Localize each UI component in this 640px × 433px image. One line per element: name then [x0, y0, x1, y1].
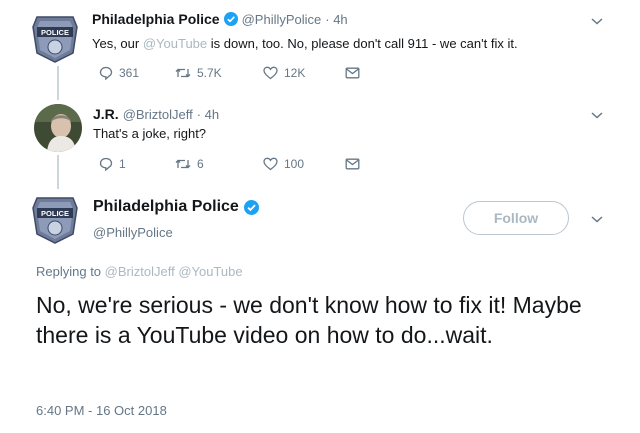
- dm-icon: [345, 67, 360, 79]
- tweet1-author-handle[interactable]: @PhillyPolice: [242, 12, 322, 27]
- reply-button[interactable]: 1: [99, 157, 126, 171]
- dm-button[interactable]: [345, 157, 360, 171]
- chevron-down-icon[interactable]: [590, 110, 604, 120]
- tweet1-text: Yes, our @YouTube is down, too. No, plea…: [92, 36, 518, 51]
- tweet1-mention[interactable]: @YouTube: [143, 36, 207, 51]
- badge-lettering: POLICE: [41, 28, 69, 37]
- like-count: 100: [284, 157, 305, 171]
- retweet-button[interactable]: 6: [175, 157, 204, 171]
- dm-button[interactable]: [345, 66, 360, 80]
- dm-icon: [345, 158, 360, 170]
- tweet3-author-name[interactable]: Philadelphia Police: [93, 198, 239, 216]
- retweet-count: 6: [197, 157, 204, 171]
- replying-to-mentions[interactable]: @BriztolJeff @YouTube: [105, 264, 243, 279]
- tweet1-time[interactable]: · 4h: [325, 12, 347, 27]
- tweet3-timestamp[interactable]: 6:40 PM - 16 Oct 2018: [36, 403, 167, 418]
- replying-to-prefix: Replying to: [36, 264, 102, 279]
- reply-count: 1: [119, 157, 126, 171]
- jr-avatar[interactable]: [34, 104, 82, 152]
- tweet1-header: Philadelphia Police @PhillyPolice · 4h: [92, 11, 348, 27]
- tweet1-text-after: is down, too. No, please don't call 911 …: [210, 36, 518, 51]
- tweet2-author-handle[interactable]: @BriztolJeff: [123, 107, 193, 122]
- tweet1-actions: 361 5.7K 12K: [99, 66, 379, 82]
- retweet-count: 5.7K: [197, 66, 222, 80]
- like-button[interactable]: 12K: [263, 66, 305, 80]
- reply-icon: [99, 66, 113, 80]
- tweet2-actions: 1 6 100: [99, 157, 379, 173]
- tweet2-text: That's a joke, right?: [93, 126, 207, 141]
- user-photo-icon: [34, 104, 82, 152]
- chevron-down-icon[interactable]: [590, 16, 604, 26]
- thread-line: [57, 66, 59, 100]
- replying-to: Replying to @BriztolJeff @YouTube: [36, 264, 243, 279]
- thread-line: [57, 155, 59, 189]
- tweet1-author-name[interactable]: Philadelphia Police: [92, 11, 220, 27]
- tweet2-header: J.R. @BriztolJeff · 4h: [93, 106, 219, 122]
- reply-count: 361: [119, 66, 140, 80]
- like-button[interactable]: 100: [263, 157, 304, 171]
- badge-lettering: POLICE: [41, 209, 69, 218]
- police-badge-icon: POLICE: [32, 16, 78, 63]
- retweet-icon: [175, 159, 191, 169]
- police-badge-icon: POLICE: [32, 197, 78, 244]
- tweet2-author-name[interactable]: J.R.: [93, 106, 119, 122]
- tweet2-time[interactable]: · 4h: [197, 107, 219, 122]
- like-icon: [263, 157, 278, 171]
- reply-button[interactable]: 361: [99, 66, 139, 80]
- tweet3-text: No, we're serious - we don't know how to…: [36, 292, 582, 348]
- chevron-down-icon[interactable]: [590, 214, 604, 224]
- like-icon: [263, 66, 278, 80]
- follow-button[interactable]: Follow: [463, 201, 569, 235]
- police-avatar[interactable]: POLICE: [31, 194, 79, 244]
- tweet1-text-before: Yes, our: [92, 36, 140, 51]
- retweet-button[interactable]: 5.7K: [175, 66, 222, 80]
- tweet3-author-handle[interactable]: @PhillyPolice: [93, 225, 173, 240]
- like-count: 12K: [284, 66, 306, 80]
- police-avatar[interactable]: POLICE: [31, 13, 79, 63]
- tweet3-header: Philadelphia Police: [93, 198, 259, 216]
- reply-icon: [99, 157, 113, 171]
- retweet-icon: [175, 68, 191, 78]
- verified-badge-icon: [243, 199, 259, 215]
- verified-badge-icon: [223, 12, 238, 26]
